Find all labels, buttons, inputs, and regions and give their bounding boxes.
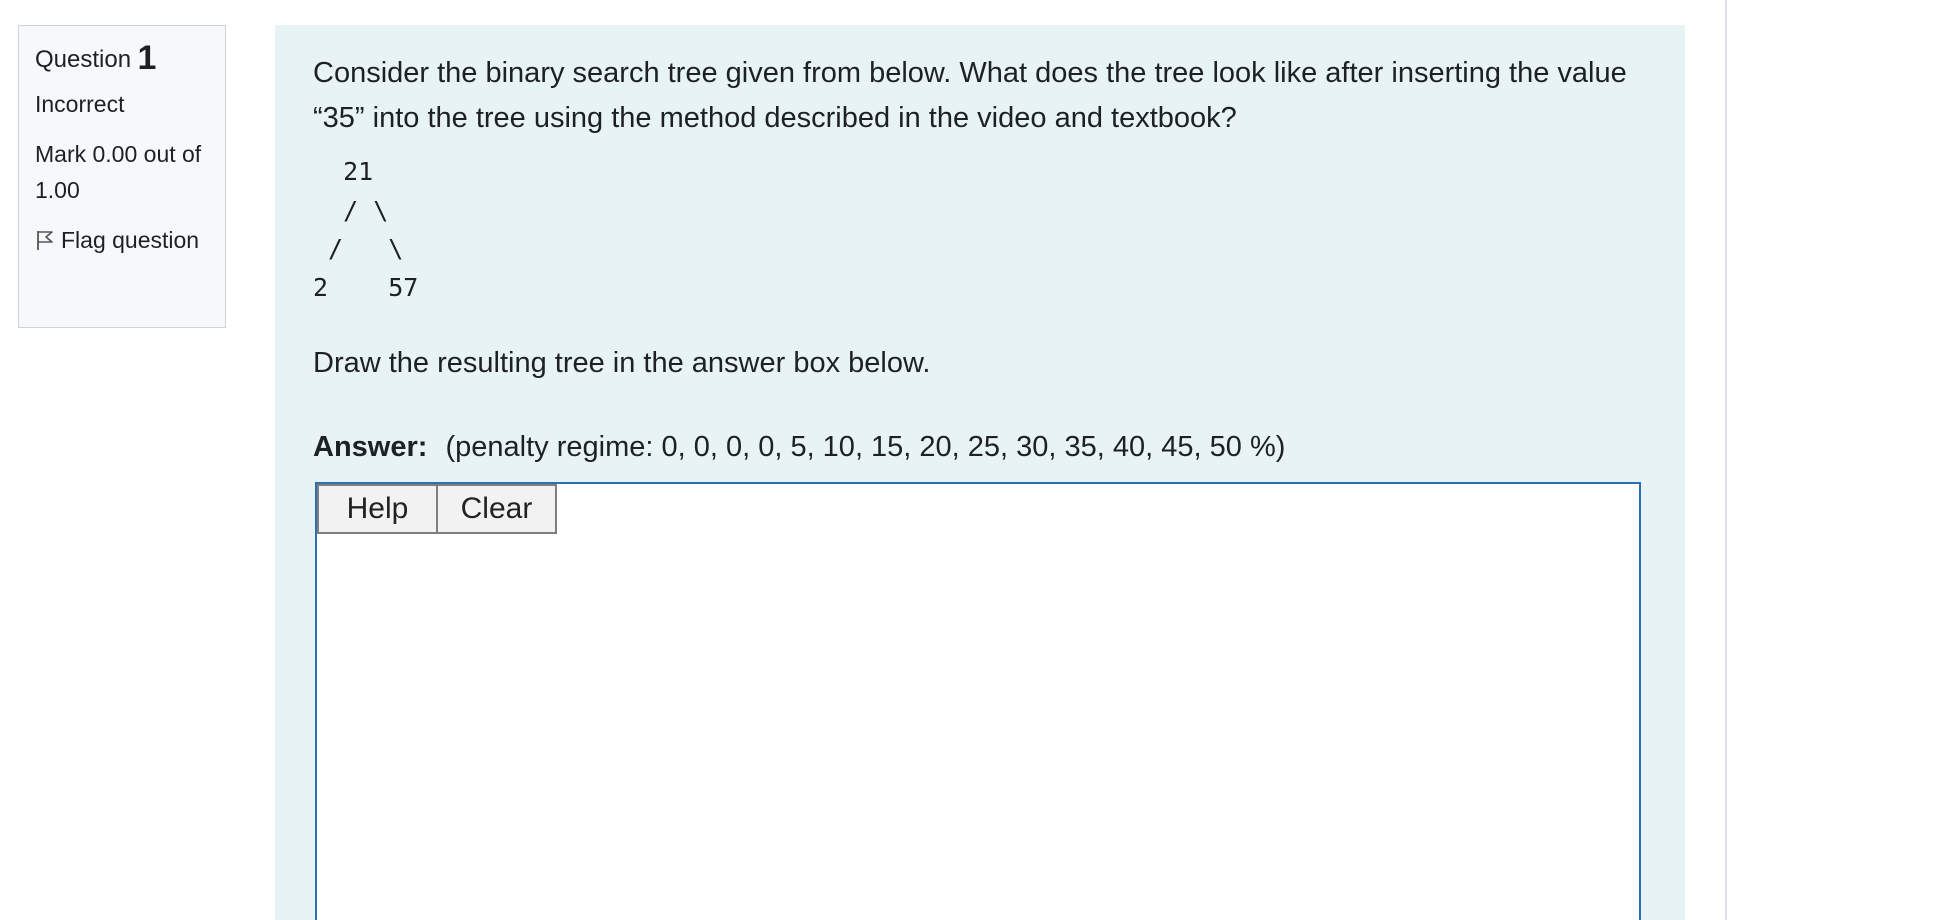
clear-button[interactable]: Clear <box>436 484 557 534</box>
answer-label: Answer: <box>313 431 428 463</box>
flag-icon <box>35 225 55 261</box>
flag-question-link[interactable]: Flag question <box>35 222 209 261</box>
drawing-toolbar: Help Clear <box>317 484 557 534</box>
question-mark: Mark 0.00 out of 1.00 <box>35 141 202 203</box>
page-divider <box>1725 0 1727 920</box>
question-text: Consider the binary search tree given fr… <box>313 57 1627 134</box>
flag-question-label: Flag question <box>61 227 200 253</box>
question-instruction: Draw the resulting tree in the answer bo… <box>313 347 931 379</box>
penalty-regime: (penalty regime: 0, 0, 0, 0, 5, 10, 15, … <box>445 431 1286 463</box>
question-status: Incorrect <box>35 91 125 117</box>
answer-header: Answer: (penalty regime: 0, 0, 0, 0, 5, … <box>313 427 1285 467</box>
help-button[interactable]: Help <box>317 484 438 534</box>
question-label: Question <box>35 46 132 73</box>
question-content: Consider the binary search tree given fr… <box>275 25 1685 920</box>
tree-diagram: 21 / \ / \ 2 57 <box>313 157 419 302</box>
question-info-panel: Question 1 Incorrect Mark 0.00 out of 1.… <box>18 25 226 328</box>
drawing-canvas[interactable] <box>317 534 1639 920</box>
question-number-heading: Question 1 <box>35 40 209 78</box>
answer-drawing-box[interactable]: Help Clear <box>315 482 1641 920</box>
quiz-page: Question 1 Incorrect Mark 0.00 out of 1.… <box>0 0 1942 920</box>
question-number: 1 <box>137 39 157 77</box>
